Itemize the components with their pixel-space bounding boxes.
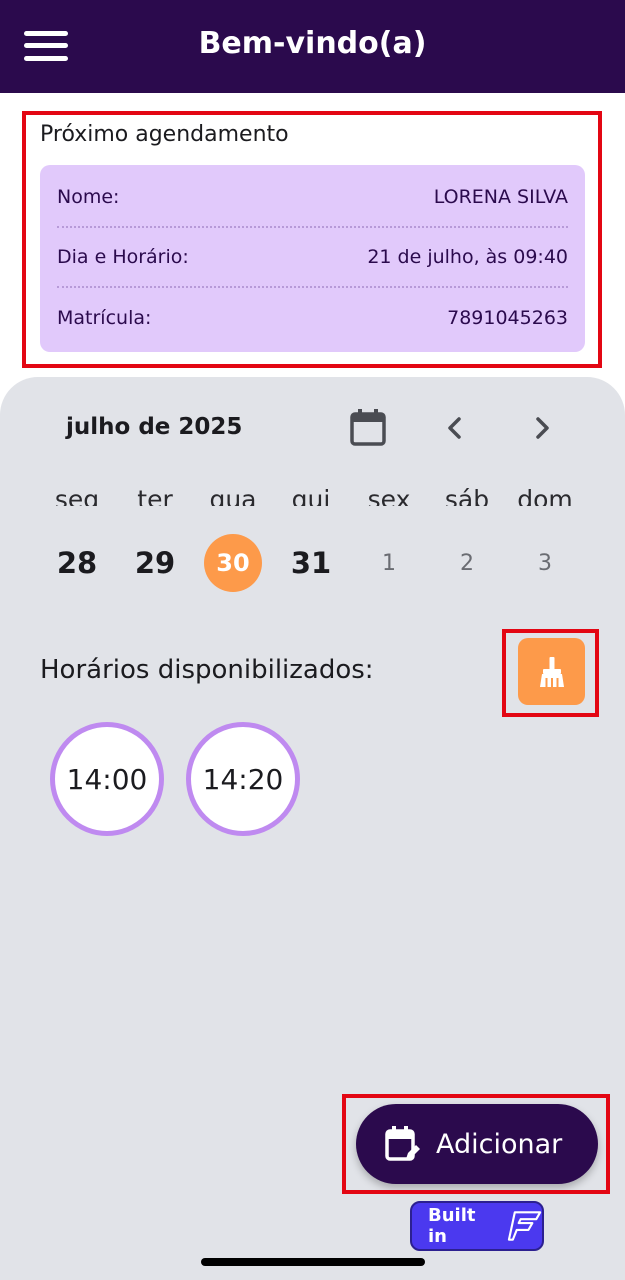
info-label: Dia e Horário: <box>57 246 189 268</box>
home-indicator <box>201 1258 425 1266</box>
time-slot[interactable]: 14:00 <box>50 722 164 836</box>
chevron-left-icon[interactable] <box>435 408 475 448</box>
month-label: julho de 2025 <box>66 414 243 440</box>
weekday-label: ter <box>137 486 173 506</box>
weekday-label: qui <box>291 486 331 506</box>
info-value: 21 de julho, às 09:40 <box>367 246 568 268</box>
info-value: 7891045263 <box>447 307 568 329</box>
weekday-label: qua <box>209 486 257 506</box>
weekday-header: seg ter qua qui sex sáb dom <box>38 486 620 506</box>
info-label: Matrícula: <box>57 307 152 329</box>
broom-icon <box>539 656 564 687</box>
clear-slots-button[interactable] <box>518 638 585 705</box>
built-in-badge[interactable]: Built in <box>410 1201 544 1251</box>
day-number: 31 <box>290 546 332 580</box>
available-slots-title: Horários disponibilizados: <box>40 655 374 685</box>
add-appointment-button[interactable]: Adicionar <box>356 1104 598 1184</box>
day-cell[interactable]: 31 <box>272 533 350 593</box>
flutterflow-logo-icon <box>507 1211 542 1241</box>
day-number: 29 <box>134 546 176 580</box>
app-bar: Bem-vindo(a) <box>0 0 625 93</box>
weekday-label: seg <box>54 486 100 506</box>
day-cell[interactable]: 3 <box>506 533 584 593</box>
day-cell[interactable]: 29 <box>116 533 194 593</box>
built-in-label: Built in <box>428 1205 476 1247</box>
day-number: 28 <box>56 546 98 580</box>
day-cell[interactable]: 1 <box>350 533 428 593</box>
add-button-label: Adicionar <box>436 1128 563 1160</box>
weekday-label: dom <box>517 486 573 506</box>
weekday-label: sáb <box>444 486 490 506</box>
day-number: 2 <box>460 550 474 576</box>
time-slot[interactable]: 14:20 <box>186 722 300 836</box>
calendar-icon[interactable] <box>348 408 388 448</box>
day-number: 1 <box>382 550 396 576</box>
day-number: 30 <box>204 534 262 592</box>
day-cell[interactable]: 2 <box>428 533 506 593</box>
week-days-row: 28 29 30 31 1 2 3 <box>38 533 620 593</box>
next-appointment-title: Próximo agendamento <box>40 122 289 147</box>
info-row-registration: Matrícula: 7891045263 <box>57 288 568 348</box>
weekday-label: sex <box>367 486 411 506</box>
info-value: LORENA SILVA <box>433 186 568 208</box>
day-cell[interactable]: 28 <box>38 533 116 593</box>
day-number: 3 <box>538 550 552 576</box>
day-cell-selected[interactable]: 30 <box>194 533 272 593</box>
info-label: Nome: <box>57 186 120 208</box>
chevron-right-icon[interactable] <box>522 408 562 448</box>
info-row-name: Nome: LORENA SILVA <box>57 168 568 228</box>
info-row-datetime: Dia e Horário: 21 de julho, às 09:40 <box>57 228 568 288</box>
page-title: Bem-vindo(a) <box>198 26 427 61</box>
calendar-edit-icon <box>385 1126 420 1161</box>
next-appointment-card: Nome: LORENA SILVA Dia e Horário: 21 de … <box>40 165 585 352</box>
